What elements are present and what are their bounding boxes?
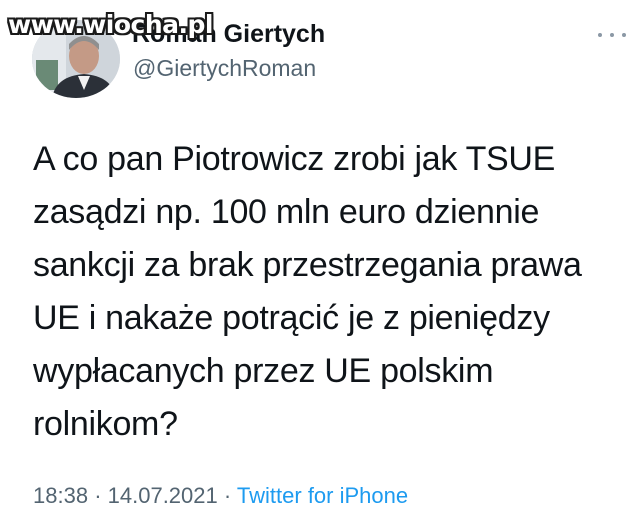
tweet-text-line: UE i nakaże potrącić je z pieniędzy (33, 299, 550, 337)
tweet-text-line: sankcji za brak przestrzegania prawa (33, 246, 582, 284)
tweet-date[interactable]: 14.07.2021 (108, 483, 218, 508)
meta-separator: · (94, 483, 102, 508)
more-horizontal-icon (610, 33, 614, 37)
tweet-meta: 18:38 · 14.07.2021 · Twitter for iPhone (33, 483, 408, 509)
tweet-text-line: wypłacanych przez UE polskim (33, 352, 494, 390)
author-handle[interactable]: @GiertychRoman (133, 55, 316, 82)
meta-separator: · (223, 483, 232, 508)
tweet-time[interactable]: 18:38 (33, 483, 88, 508)
tweet-source-link[interactable]: Twitter for iPhone (237, 483, 408, 508)
tweet-text-line: A co pan Piotrowicz zrobi jak TSUE (33, 140, 556, 178)
tweet-text-line: zasądzi np. 100 mln euro dziennie (33, 193, 540, 231)
tweet-card: www.wiocha.pl Roman Giertych @GiertychRo… (0, 0, 640, 520)
more-horizontal-icon (598, 33, 602, 37)
more-options-button[interactable] (598, 24, 626, 46)
tweet-text: A co pan Piotrowicz zrobi jak TSUE zasąd… (33, 133, 618, 451)
tweet-text-line: rolnikom? (33, 405, 178, 443)
watermark: www.wiocha.pl (8, 10, 213, 39)
more-horizontal-icon (622, 33, 626, 37)
